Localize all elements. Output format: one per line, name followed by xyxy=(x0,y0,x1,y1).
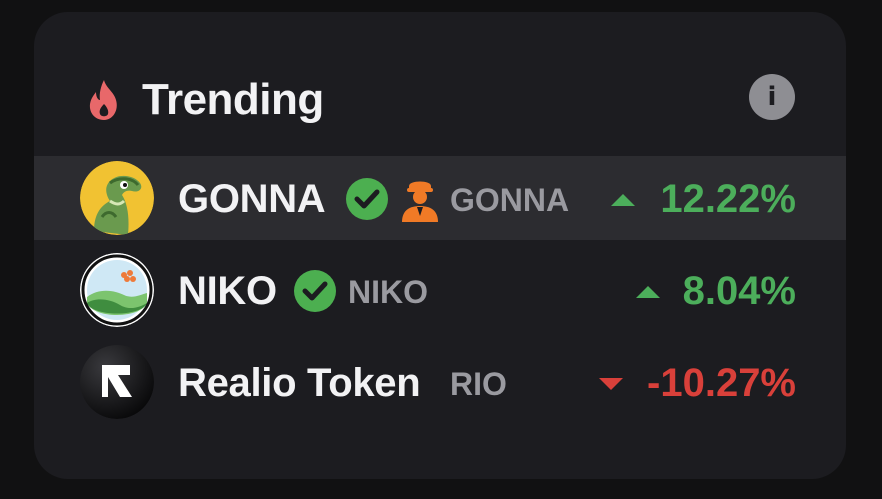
token-symbol: RIO xyxy=(450,366,507,402)
token-name: GONNA xyxy=(178,177,326,221)
token-row-gonna[interactable]: GONNA GONNA 12.22% xyxy=(34,156,846,240)
token-symbol: GONNA xyxy=(450,182,570,218)
token-row-realio[interactable]: Realio Token RIO -10.27% xyxy=(34,340,846,424)
arrow-down-icon xyxy=(599,378,623,390)
token-name: Realio Token xyxy=(178,361,421,405)
token-name: NIKO xyxy=(178,269,277,313)
price-change: 12.22% xyxy=(660,177,796,221)
token-row-niko[interactable]: NIKO NIKO 8.04% xyxy=(34,248,846,332)
arrow-up-icon xyxy=(636,286,660,298)
gonna-avatar xyxy=(80,161,154,235)
flame-icon xyxy=(89,80,117,120)
person-icon xyxy=(402,181,438,222)
niko-avatar xyxy=(80,253,154,327)
arrow-up-icon xyxy=(611,194,635,206)
price-change: 8.04% xyxy=(682,269,796,313)
token-symbol: NIKO xyxy=(348,274,428,310)
trending-header: Trending i xyxy=(34,12,846,156)
verified-check-icon xyxy=(294,270,336,312)
info-icon[interactable]: i xyxy=(749,74,795,120)
realio-avatar xyxy=(80,345,154,419)
page-title: Trending xyxy=(142,75,324,124)
trending-card: Trending i GONNA GONNA 12.22% NIKO NIKO … xyxy=(34,12,846,479)
verified-check-icon xyxy=(346,178,388,220)
trending-list: GONNA GONNA 12.22% NIKO NIKO 8.04% Reali… xyxy=(34,156,846,432)
price-change: -10.27% xyxy=(647,361,796,405)
